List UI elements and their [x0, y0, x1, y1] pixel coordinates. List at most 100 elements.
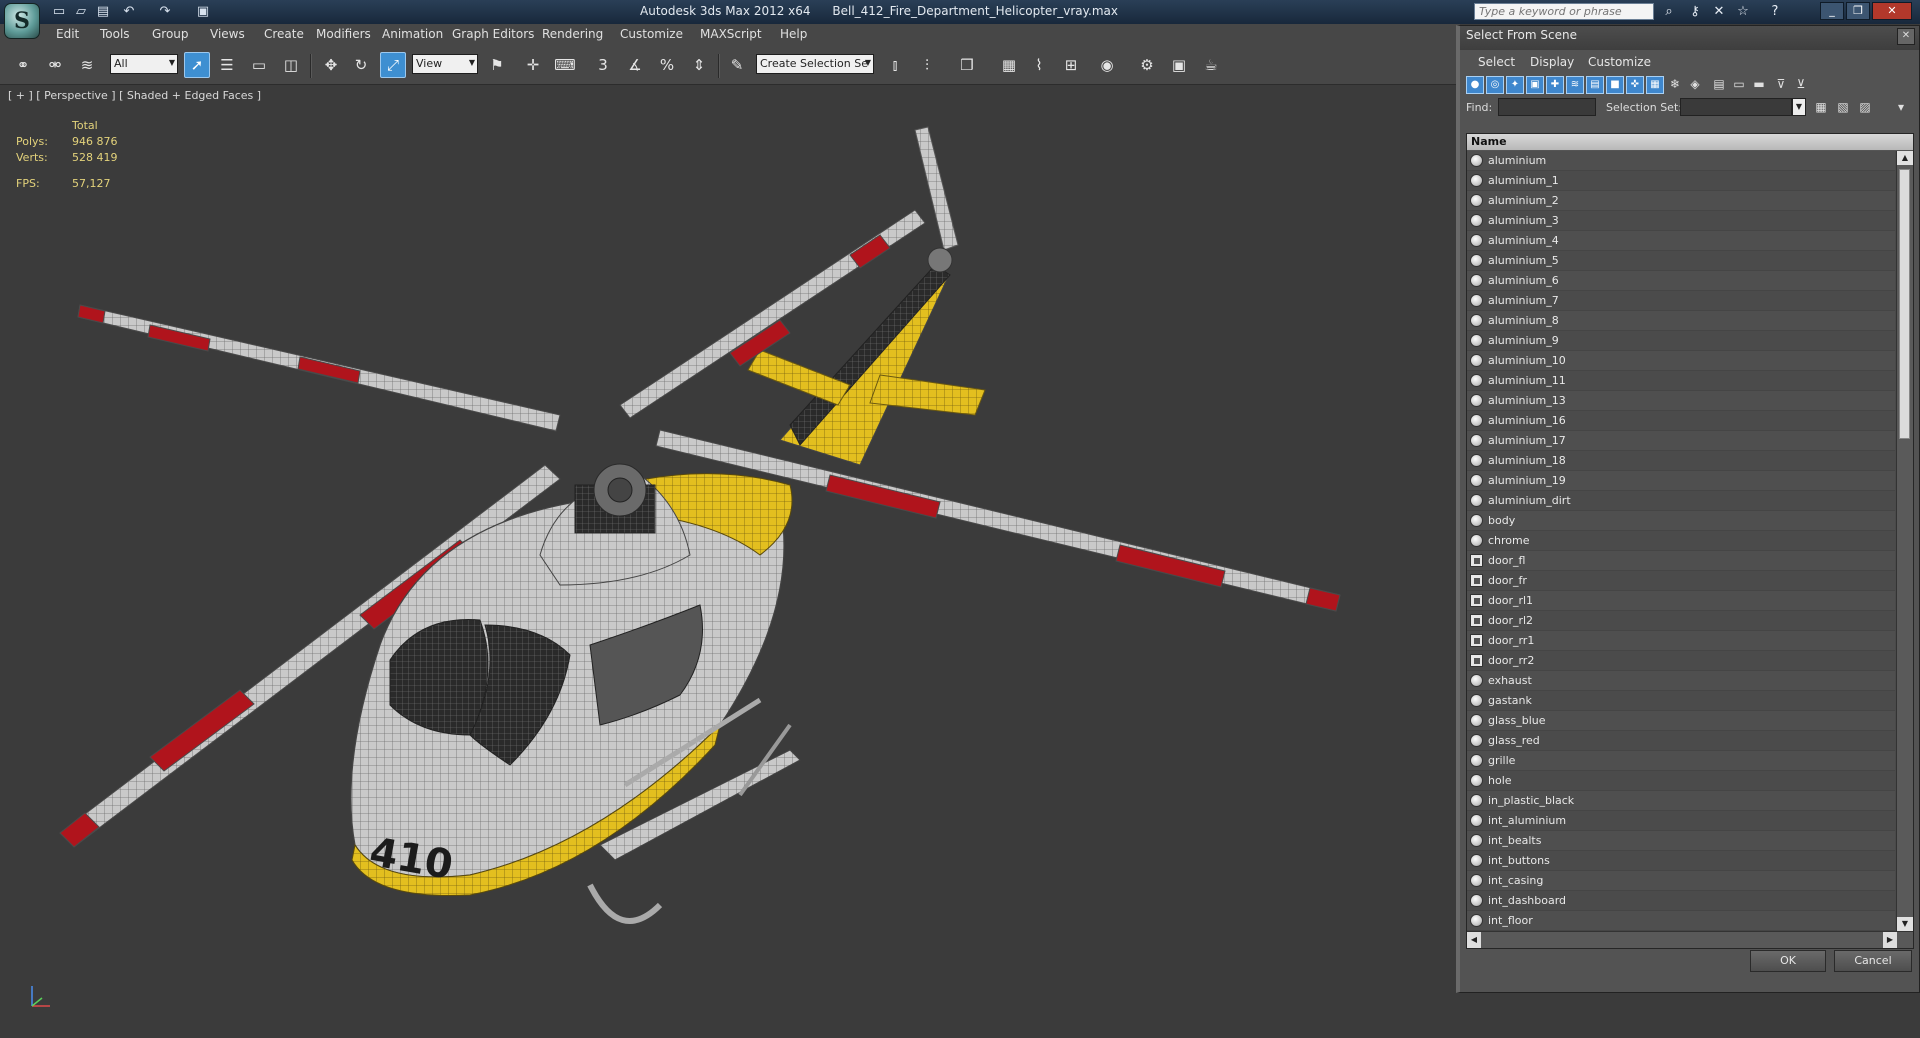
favorites-star-icon[interactable]: ☆	[1734, 3, 1752, 21]
list-item[interactable]: body	[1467, 511, 1895, 531]
list-item[interactable]: door_fr	[1467, 571, 1895, 591]
list-item[interactable]: aluminium_16	[1467, 411, 1895, 431]
dialog-menu-customize[interactable]: Customize	[1588, 55, 1651, 69]
list-item[interactable]: aluminium_1	[1467, 171, 1895, 191]
filter-options-icon[interactable]: ⊻	[1792, 76, 1810, 94]
display-containers-icon[interactable]: ▦	[1646, 76, 1664, 94]
selection-set-dropdown-arrow[interactable]: ▼	[1792, 98, 1806, 116]
dialog-menu-select[interactable]: Select	[1478, 55, 1515, 69]
display-bones-icon[interactable]: ✜	[1626, 76, 1644, 94]
list-item[interactable]: grille	[1467, 751, 1895, 771]
select-invert-icon[interactable]: ▬	[1750, 76, 1768, 94]
list-item[interactable]: in_plastic_black	[1467, 791, 1895, 811]
search-input[interactable]	[1474, 3, 1654, 20]
list-item[interactable]: aluminium_8	[1467, 311, 1895, 331]
list-item[interactable]: door_rr2	[1467, 651, 1895, 671]
keyboard-shortcut-override-icon[interactable]: ⌨	[552, 52, 578, 78]
rendered-frame-window-icon[interactable]: ▣	[1166, 52, 1192, 78]
mirror-icon[interactable]: ⫾	[882, 52, 908, 78]
reference-coordinate-dropdown[interactable]: View	[412, 54, 478, 74]
project-folder-icon[interactable]: ▣	[194, 3, 212, 21]
graphite-ribbon-icon[interactable]: ▦	[996, 52, 1022, 78]
menu-help[interactable]: Help	[780, 27, 807, 41]
list-item[interactable]: aluminium	[1467, 151, 1895, 171]
menu-group[interactable]: Group	[152, 27, 189, 41]
list-item[interactable]: hole	[1467, 771, 1895, 791]
select-and-link-icon[interactable]: ⚭	[10, 52, 36, 78]
schematic-view-icon[interactable]: ⊞	[1058, 52, 1084, 78]
use-pivot-point-icon[interactable]: ⚑	[484, 52, 510, 78]
list-item[interactable]: aluminium_7	[1467, 291, 1895, 311]
list-item[interactable]: int_casing	[1467, 871, 1895, 891]
menu-modifiers[interactable]: Modifiers	[316, 27, 371, 41]
select-all-icon[interactable]: ▤	[1710, 76, 1728, 94]
display-geometry-icon[interactable]: ●	[1466, 76, 1484, 94]
list-item[interactable]: glass_red	[1467, 731, 1895, 751]
list-item[interactable]: glass_blue	[1467, 711, 1895, 731]
list-item[interactable]: aluminium_5	[1467, 251, 1895, 271]
list-item[interactable]: int_aluminium	[1467, 811, 1895, 831]
select-and-move-icon[interactable]: ✥	[318, 52, 344, 78]
list-item[interactable]: door_rl2	[1467, 611, 1895, 631]
menu-tools[interactable]: Tools	[100, 27, 130, 41]
curve-editor-icon[interactable]: ⌇	[1026, 52, 1052, 78]
list-item[interactable]: door_fl	[1467, 551, 1895, 571]
display-space-warps-icon[interactable]: ≋	[1566, 76, 1584, 94]
scroll-up-icon[interactable]: ▲	[1897, 151, 1913, 165]
list-item[interactable]: door_rr1	[1467, 631, 1895, 651]
display-frozen-icon[interactable]: ❄	[1666, 76, 1684, 94]
list-item[interactable]: aluminium_2	[1467, 191, 1895, 211]
render-setup-icon[interactable]: ⚙	[1134, 52, 1160, 78]
select-and-manipulate-icon[interactable]: ✛	[520, 52, 546, 78]
help-icon[interactable]: ?	[1766, 3, 1784, 21]
list-item[interactable]: aluminium_17	[1467, 431, 1895, 451]
list-item[interactable]: chrome	[1467, 531, 1895, 551]
menu-views[interactable]: Views	[210, 27, 245, 41]
edit-named-selection-icon[interactable]: ✎	[724, 52, 750, 78]
display-hidden-icon[interactable]: ◈	[1686, 76, 1704, 94]
menu-rendering[interactable]: Rendering	[542, 27, 603, 41]
snaps-toggle-icon[interactable]: 3	[590, 52, 616, 78]
scroll-right-icon[interactable]: ▶	[1883, 932, 1897, 948]
select-by-name-icon[interactable]: ☰	[214, 52, 240, 78]
display-groups-icon[interactable]: ▤	[1586, 76, 1604, 94]
list-item[interactable]: int_buttons	[1467, 851, 1895, 871]
dialog-close-button[interactable]: ✕	[1897, 28, 1915, 45]
list-item[interactable]: door_rl1	[1467, 591, 1895, 611]
percent-snap-icon[interactable]: %	[654, 52, 680, 78]
material-editor-icon[interactable]: ◉	[1094, 52, 1120, 78]
key-icon[interactable]: ⚷	[1686, 3, 1704, 21]
redo-icon[interactable]: ↷	[156, 3, 174, 21]
list-item[interactable]: aluminium_dirt	[1467, 491, 1895, 511]
vertical-scrollbar[interactable]: ▲ ▼	[1896, 151, 1913, 931]
new-file-icon[interactable]: ▭	[50, 3, 68, 21]
scroll-left-icon[interactable]: ◀	[1467, 932, 1481, 948]
dialog-title-bar[interactable]: Select From Scene ✕	[1460, 26, 1919, 50]
communication-center-icon[interactable]: ✕	[1710, 3, 1728, 21]
align-icon[interactable]: ⫶	[914, 52, 940, 78]
horizontal-scrollbar[interactable]: ◀ ▶	[1467, 931, 1913, 948]
unlink-selection-icon[interactable]: ⚮	[42, 52, 68, 78]
window-crossing-icon[interactable]: ◫	[278, 52, 304, 78]
selection-set-delete-icon[interactable]: ▨	[1856, 99, 1874, 117]
app-logo-icon[interactable]: S	[4, 3, 40, 39]
select-none-icon[interactable]: ▭	[1730, 76, 1748, 94]
filter-icon[interactable]: ⊽	[1772, 76, 1790, 94]
menu-animation[interactable]: Animation	[382, 27, 443, 41]
menu-edit[interactable]: Edit	[56, 27, 79, 41]
layer-manager-icon[interactable]: ❒	[954, 52, 980, 78]
list-item[interactable]: aluminium_13	[1467, 391, 1895, 411]
named-selection-dropdown[interactable]: Create Selection Se	[756, 54, 874, 74]
name-column-header[interactable]: Name	[1467, 134, 1913, 151]
rectangular-selection-icon[interactable]: ▭	[246, 52, 272, 78]
close-window-button[interactable]: ✕	[1872, 2, 1912, 20]
display-lights-icon[interactable]: ✦	[1506, 76, 1524, 94]
menu-customize[interactable]: Customize	[620, 27, 683, 41]
minimize-button[interactable]: _	[1820, 2, 1844, 20]
list-item[interactable]: aluminium_10	[1467, 351, 1895, 371]
angle-snap-icon[interactable]: ∡	[622, 52, 648, 78]
spinner-snap-icon[interactable]: ⇕	[686, 52, 712, 78]
menu-maxscript[interactable]: MAXScript	[700, 27, 762, 41]
list-item[interactable]: aluminium_4	[1467, 231, 1895, 251]
selection-set-edit-icon[interactable]: ▧	[1834, 99, 1852, 117]
